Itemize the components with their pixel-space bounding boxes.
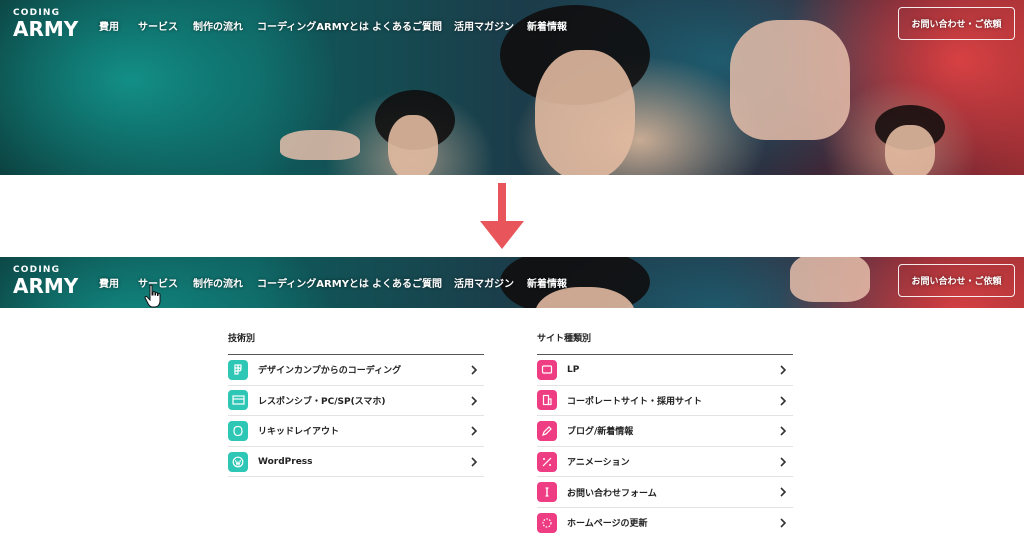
- menu-item-blog[interactable]: ブログ/新着情報: [537, 416, 793, 447]
- nav-item-pricing[interactable]: 費用: [99, 275, 119, 290]
- site-logo[interactable]: CODING ARMY: [13, 266, 79, 298]
- menu-item-wordpress[interactable]: WordPress: [228, 447, 484, 478]
- menu-item-label: お問い合わせフォーム: [567, 488, 657, 499]
- menu-item-lp[interactable]: LP: [537, 355, 793, 386]
- chevron-right-icon: [780, 396, 787, 406]
- logo-text-main: ARMY: [13, 17, 79, 41]
- menu-item-animation[interactable]: アニメーション: [537, 447, 793, 478]
- down-arrow-icon: [480, 183, 524, 249]
- menu-item-label: レスポンシブ・PC/SP(スマホ): [258, 396, 386, 407]
- menu-item-contact-form[interactable]: お問い合わせフォーム: [537, 477, 793, 508]
- nav-item-about[interactable]: コーディングARMYとは: [257, 18, 369, 33]
- column-heading: サイト種類別: [537, 328, 793, 355]
- hand-cursor-icon: [144, 284, 161, 308]
- chevron-right-icon: [780, 457, 787, 467]
- menu-item-site-update[interactable]: ホームページの更新: [537, 508, 793, 538]
- menu-item-label: コーポレートサイト・採用サイト: [567, 396, 703, 407]
- chevron-right-icon: [471, 365, 478, 375]
- nav-item-about[interactable]: コーディングARMYとは: [257, 275, 369, 290]
- column-heading: 技術別: [228, 328, 484, 355]
- chevron-right-icon: [780, 487, 787, 497]
- chevron-right-icon: [780, 518, 787, 528]
- nav-item-faq[interactable]: よくあるご質問: [372, 275, 442, 290]
- menu-item-label: LP: [567, 364, 580, 375]
- contact-button[interactable]: お問い合わせ・ご依頼: [898, 264, 1015, 297]
- nav-item-magazine[interactable]: 活用マガジン: [454, 275, 514, 290]
- nav-item-faq[interactable]: よくあるご質問: [372, 18, 442, 33]
- nav-item-magazine[interactable]: 活用マガジン: [454, 18, 514, 33]
- menu-item-design-coding[interactable]: デザインカンプからのコーディング: [228, 355, 484, 386]
- nav-item-flow[interactable]: 制作の流れ: [193, 275, 243, 290]
- chevron-right-icon: [471, 396, 478, 406]
- animation-icon: [537, 451, 557, 472]
- dropdown-column-technology: 技術別 デザインカンプからのコーディング レスポンシブ・PC/SP(スマホ) リ…: [228, 328, 484, 478]
- menu-item-label: リキッドレイアウト: [258, 427, 340, 438]
- form-icon: [537, 482, 557, 503]
- responsive-icon: [228, 390, 248, 411]
- menu-item-label: ホームページの更新: [567, 519, 648, 530]
- figma-icon: [228, 359, 248, 380]
- chevron-right-icon: [780, 426, 787, 436]
- menu-item-label: アニメーション: [567, 458, 630, 469]
- wordpress-icon: [228, 451, 248, 472]
- pen-icon: [537, 420, 557, 441]
- building-icon: [537, 390, 557, 411]
- chevron-right-icon: [471, 426, 478, 436]
- menu-item-label: ブログ/新着情報: [567, 427, 634, 438]
- contact-button[interactable]: お問い合わせ・ご依頼: [898, 7, 1015, 40]
- liquid-icon: [228, 420, 248, 441]
- dropdown-column-site-type: サイト種類別 LP コーポレートサイト・採用サイト ブログ/新着情報 アニメーシ…: [537, 328, 793, 538]
- logo-text-main: ARMY: [13, 274, 79, 298]
- menu-item-liquid-layout[interactable]: リキッドレイアウト: [228, 416, 484, 447]
- chevron-right-icon: [780, 365, 787, 375]
- menu-item-responsive[interactable]: レスポンシブ・PC/SP(スマホ): [228, 386, 484, 417]
- nav-item-service[interactable]: サービス: [138, 18, 178, 33]
- menu-item-corporate[interactable]: コーポレートサイト・採用サイト: [537, 386, 793, 417]
- chevron-right-icon: [471, 457, 478, 467]
- menu-item-label: デザインカンプからのコーディング: [258, 366, 402, 377]
- nav-item-pricing[interactable]: 費用: [99, 18, 119, 33]
- nav-item-flow[interactable]: 制作の流れ: [193, 18, 243, 33]
- nav-item-news[interactable]: 新着情報: [527, 275, 567, 290]
- site-header-before: CODING ARMY 費用 サービス 制作の流れ コーディングARMYとは よ…: [0, 0, 1024, 50]
- nav-item-news[interactable]: 新着情報: [527, 18, 567, 33]
- menu-item-label: WordPress: [258, 456, 313, 467]
- site-logo[interactable]: CODING ARMY: [13, 9, 79, 41]
- monitor-icon: [537, 359, 557, 380]
- update-icon: [537, 512, 557, 533]
